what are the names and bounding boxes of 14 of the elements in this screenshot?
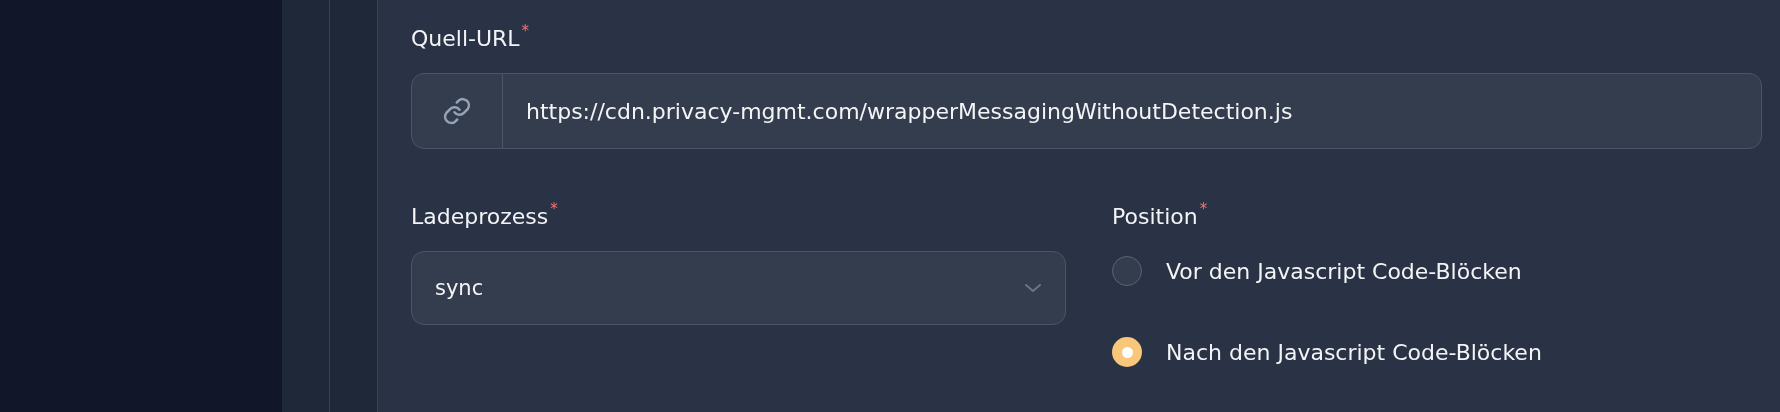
field-label: Quell-URL <box>411 26 520 51</box>
required-mark: * <box>550 200 558 218</box>
field-label: Position <box>1112 204 1198 229</box>
field-label: Ladeprozess <box>411 204 549 229</box>
radio-button[interactable] <box>1112 337 1142 367</box>
url-field[interactable]: https://cdn.privacy-mgmt.com/wrapperMessagingWithoutDetection.js <box>411 73 1762 149</box>
radio-label[interactable]: Vor den Javascript Code-Blöcken <box>1166 258 1522 284</box>
chevron-down-icon <box>1023 282 1043 294</box>
required-mark: * <box>1199 200 1208 218</box>
radio-button[interactable] <box>1112 256 1142 286</box>
radio-label[interactable]: Nach den Javascript Code-Blöcken <box>1166 339 1542 365</box>
loading-select[interactable]: sync <box>411 251 1066 325</box>
required-mark: * <box>521 22 530 40</box>
link-icon <box>442 96 472 126</box>
